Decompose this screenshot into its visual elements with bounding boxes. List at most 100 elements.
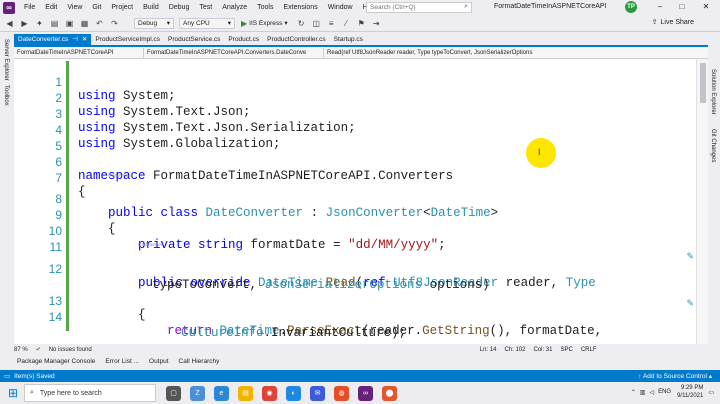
tab-productcontroller[interactable]: ProductController.cs <box>263 34 330 45</box>
menu-analyze[interactable]: Analyze <box>217 4 252 11</box>
refresh-icon[interactable]: ↻ <box>296 18 307 29</box>
save-all-icon[interactable]: ▦ <box>79 18 90 29</box>
task-view-icon[interactable]: ▢ <box>166 385 181 401</box>
edit-pencil-icon[interactable]: ✎ <box>686 251 694 262</box>
edit-pencil-icon[interactable]: ✎ <box>686 298 694 309</box>
tab-label: DateConverter.cs <box>18 36 69 43</box>
minimize-icon[interactable]: – <box>651 1 669 13</box>
tab-package-manager-console[interactable]: Package Manager Console <box>14 358 98 365</box>
server-explorer-tab[interactable]: Server Explorer <box>3 39 9 81</box>
zoom-app-icon[interactable]: Z <box>190 385 205 401</box>
vertical-scrollbar[interactable] <box>696 59 708 344</box>
line-ending-mode[interactable]: CRLF <box>581 347 597 353</box>
format-icon[interactable]: ≡ <box>326 18 337 29</box>
project-dropdown[interactable]: FormatDateTimeInASPNETCoreAPI <box>14 47 144 58</box>
toolbox-tab[interactable]: Toolbox <box>3 85 9 106</box>
issues-status[interactable]: No issues found <box>49 347 92 353</box>
visual-studio-icon[interactable]: ∞ <box>358 385 373 401</box>
taskbar-search-placeholder: Type here to search <box>39 389 102 397</box>
chevron-up-icon[interactable]: ⌃ <box>631 389 636 396</box>
menu-file[interactable]: File <box>19 4 40 11</box>
close-tab-icon[interactable]: ✕ <box>82 36 87 43</box>
pin-icon[interactable]: ⊣ <box>72 36 78 43</box>
taskbar-search-input[interactable]: ⌕ Type here to search <box>24 384 156 402</box>
code-line: 15 } <box>14 328 708 344</box>
member-dropdown[interactable]: Read(ref Utf8JsonReader reader, Type typ… <box>324 48 708 58</box>
tab-label: Startup.cs <box>333 36 363 43</box>
menu-debug[interactable]: Debug <box>164 4 195 11</box>
redo-icon[interactable]: ↷ <box>109 18 120 29</box>
tab-startup[interactable]: Startup.cs <box>330 34 367 45</box>
clock[interactable]: 9:29 PM 9/11/2021 <box>677 384 703 400</box>
chevron-down-icon: ▾ <box>227 19 231 27</box>
search-input[interactable]: Search (Ctrl+Q) ⌕ <box>366 2 472 13</box>
left-tool-strip: Server Explorer Toolbox <box>0 33 14 355</box>
column-position: Col: 31 <box>533 346 553 353</box>
windows-start-icon[interactable]: ⊞ <box>4 384 22 402</box>
network-icon[interactable]: ▥ <box>640 389 646 396</box>
add-to-source-control-button[interactable]: ↑ Add to Source Control ▴ <box>638 372 712 380</box>
tab-dateconverter[interactable]: DateConverter.cs ⊣ ✕ <box>14 34 92 45</box>
menu-tools[interactable]: Tools <box>252 4 278 11</box>
tab-label: ProductService.cs <box>168 36 221 43</box>
edge-icon[interactable]: e <box>214 385 229 401</box>
undo-icon[interactable]: ↶ <box>94 18 105 29</box>
run-button[interactable]: ▶ IIS Express ▾ <box>241 19 288 28</box>
menu-edit[interactable]: Edit <box>40 4 62 11</box>
postman-icon[interactable]: ◍ <box>334 385 349 401</box>
avatar[interactable]: TP <box>625 1 637 13</box>
mail-icon[interactable]: ✉ <box>310 385 325 401</box>
forward-icon[interactable]: ▶ <box>19 18 30 29</box>
tab-output[interactable]: Output <box>146 358 172 365</box>
solution-explorer-tab[interactable]: Solution Explorer <box>710 69 716 115</box>
codelens-references[interactable]: 0 references <box>138 242 163 247</box>
menu-extensions[interactable]: Extensions <box>278 4 322 11</box>
menu-window[interactable]: Window <box>323 4 358 11</box>
chrome-icon[interactable]: ◉ <box>262 385 277 401</box>
git-changes-tab[interactable]: Git Changes <box>710 129 716 162</box>
volume-icon[interactable]: ◁ <box>649 389 654 396</box>
play-icon: ▶ <box>241 18 248 28</box>
whitespace-mode[interactable]: SPC <box>560 347 572 353</box>
comment-icon[interactable]: ⁄ <box>341 18 352 29</box>
menu-test[interactable]: Test <box>194 4 217 11</box>
menu-build[interactable]: Build <box>138 4 164 11</box>
bottom-tool-tabs: Package Manager Console Error List ... O… <box>14 355 708 367</box>
tab-call-hierarchy[interactable]: Call Hierarchy <box>176 358 223 365</box>
solution-name: FormatDateTimeInASPNETCoreAPI <box>494 3 607 10</box>
edge-chromium-icon[interactable]: ◐ <box>286 385 301 401</box>
bookmark-icon[interactable]: ⚑ <box>356 18 367 29</box>
browser-icon[interactable]: ◫ <box>311 18 322 29</box>
tab-productservice[interactable]: ProductService.cs <box>164 34 224 45</box>
new-item-icon[interactable]: ✦ <box>34 18 45 29</box>
app-icon[interactable]: ⬤ <box>382 385 397 401</box>
member-dropdown-value: Read(ref Utf8JsonReader reader, Type typ… <box>327 49 533 56</box>
scrollbar-thumb[interactable] <box>700 63 706 103</box>
zoom-level[interactable]: 87 % <box>14 347 28 353</box>
menu-git[interactable]: Git <box>87 4 106 11</box>
menu-view[interactable]: View <box>62 4 87 11</box>
code-editor[interactable]: 1 using System; 2 using System.Text.Json… <box>14 59 708 344</box>
search-placeholder: Search (Ctrl+Q) <box>370 4 416 11</box>
notifications-icon[interactable]: ▭ <box>708 389 714 396</box>
title-bar: ∞ File Edit View Git Project Build Debug… <box>0 0 720 15</box>
live-share-button[interactable]: ⇪ Live Share <box>652 18 694 27</box>
step-icon[interactable]: ⇥ <box>371 18 382 29</box>
file-explorer-icon[interactable]: ▤ <box>238 385 253 401</box>
tab-productserviceimpl[interactable]: ProductServiceImpl.cs <box>91 34 164 45</box>
language-indicator[interactable]: ENG <box>658 389 671 395</box>
tab-label: Product.cs <box>228 36 260 43</box>
open-icon[interactable]: ▤ <box>49 18 60 29</box>
configuration-select[interactable]: Debug ▾ <box>134 17 174 29</box>
platform-select[interactable]: Any CPU ▾ <box>179 17 235 29</box>
tab-error-list[interactable]: Error List ... <box>102 358 142 365</box>
type-dropdown-value: FormatDateTimeInASPNETCoreAPI.Converters… <box>147 49 307 56</box>
back-icon[interactable]: ◀ <box>4 18 15 29</box>
menu-project[interactable]: Project <box>106 4 138 11</box>
type-dropdown[interactable]: FormatDateTimeInASPNETCoreAPI.Converters… <box>144 47 324 58</box>
tab-label: ProductController.cs <box>267 36 326 43</box>
close-icon[interactable]: ✕ <box>697 1 715 13</box>
maximize-icon[interactable]: □ <box>673 1 691 13</box>
tab-product[interactable]: Product.cs <box>224 34 263 45</box>
save-icon[interactable]: ▣ <box>64 18 75 29</box>
